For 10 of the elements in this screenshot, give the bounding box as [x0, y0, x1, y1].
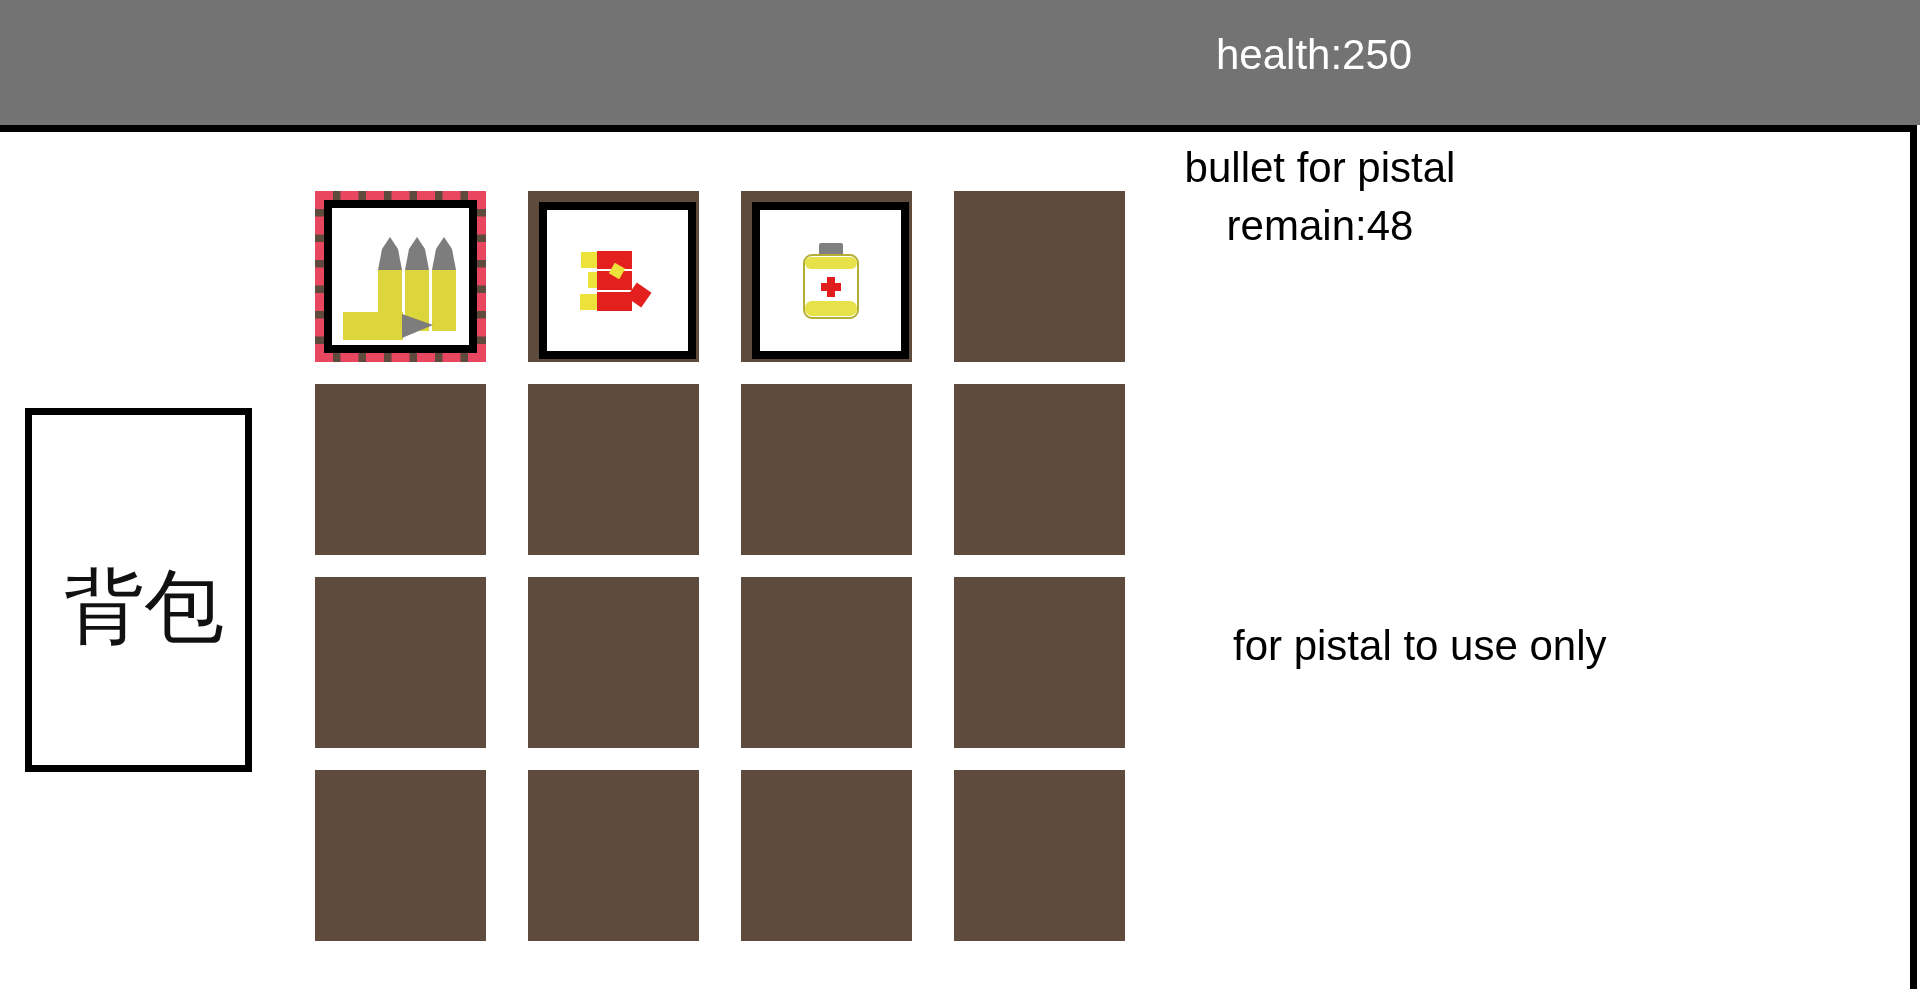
ammo-remaining: remain:48 [1226, 201, 1414, 251]
item-description: for pistal to use only [1233, 621, 1607, 671]
bullets-icon [343, 237, 458, 342]
backpack-button[interactable]: 背包 [25, 408, 252, 772]
inventory-slot[interactable] [315, 191, 486, 362]
health-readout: health:250 [1216, 30, 1413, 80]
inventory-slot[interactable] [741, 191, 912, 362]
medicine-jar-icon [802, 242, 859, 319]
item-name: bullet for pistal [1184, 143, 1456, 193]
inventory-slot[interactable] [528, 191, 699, 362]
